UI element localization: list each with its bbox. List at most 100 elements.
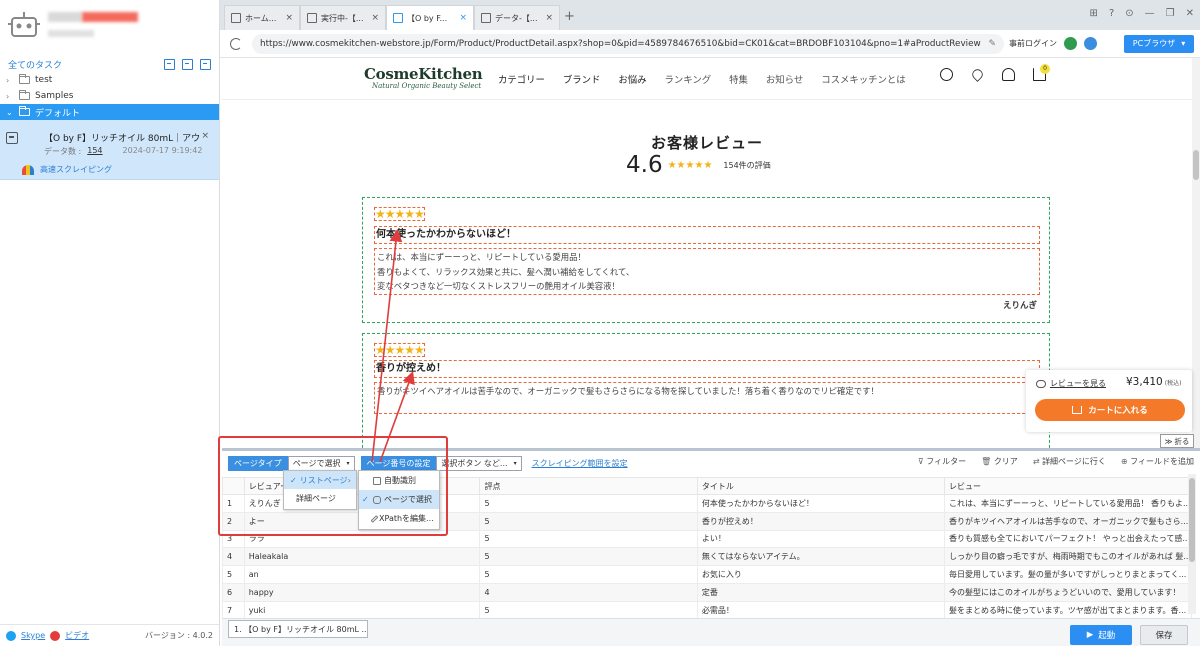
task-item[interactable]: 【O by F】リッチオイル 80mL｜アウトバ... × データ数 : 154… (0, 120, 219, 180)
review-body[interactable]: 香りがキツイヘアオイルは苦手なので、オーガニックで髪もさらさらになる物を探してい… (374, 382, 1040, 414)
new-task-icon[interactable] (182, 58, 193, 70)
add-to-cart-button[interactable]: カートに入れる (1035, 399, 1185, 421)
folder-default[interactable]: ⌄ デフォルト (0, 104, 219, 120)
cell-index[interactable]: 2 (222, 511, 245, 531)
cell-reviewer[interactable]: yuki (243, 600, 481, 620)
cell-review[interactable]: 今の髪型にはこのオイルがちょうどいいので、愛用しています！ (943, 582, 1193, 602)
cell-title[interactable]: 必需品！ (696, 600, 945, 620)
cell-index[interactable]: 1 (222, 494, 245, 513)
cell-score[interactable]: 5 (479, 529, 698, 549)
import-task-icon[interactable] (164, 58, 175, 70)
cell-index[interactable]: 3 (222, 529, 245, 549)
col-review[interactable]: レビュー (943, 477, 1193, 495)
run-button[interactable]: ▶ 起動 (1070, 625, 1132, 645)
help-icon[interactable]: ? (1109, 8, 1114, 19)
goto-detail-button[interactable]: ⇄ 詳細ページに行く (1030, 456, 1106, 467)
folder-test[interactable]: › test (0, 72, 219, 88)
cell-review[interactable]: しっかり目の癖っ毛ですが、梅雨時期でもこのオイルがあれば 髪... (943, 547, 1193, 567)
nav-concerns[interactable]: お悩み (618, 72, 646, 86)
review-author[interactable]: えりんぎ (1003, 299, 1037, 311)
data-count-link[interactable]: 154 (87, 146, 102, 157)
menu-item-detail-page[interactable]: 詳細ページ (284, 489, 356, 507)
review-stars[interactable]: ★★★★★ (374, 343, 425, 357)
search-icon[interactable] (940, 68, 953, 81)
filter-button[interactable]: ⊽ フィルター (915, 456, 966, 467)
edit-url-icon[interactable]: ✎ (988, 39, 996, 49)
scrape-range-link[interactable]: スクレイピング範囲を設定 (532, 458, 628, 469)
scroll-thumb[interactable] (1189, 478, 1195, 562)
cell-score[interactable]: 5 (479, 494, 698, 513)
cell-score[interactable]: 5 (479, 600, 698, 620)
table-row[interactable]: 5 an 5 お気に入り 毎日愛用しています。髪の量が多いですがしっとりまとまってく..… (222, 565, 1193, 584)
cell-review[interactable]: 髪をまとめる時に使っています。ツヤ感が出てまとまります。香... (943, 600, 1193, 620)
view-reviews-link[interactable]: レビューを見る (1036, 378, 1106, 389)
menu-item-edit-xpath[interactable]: XPathを編集... (359, 509, 439, 528)
tab-home[interactable]: ホーム... × (224, 5, 300, 30)
nav-features[interactable]: 特集 (729, 72, 748, 86)
cell-index[interactable]: 6 (222, 582, 245, 602)
cell-reviewer[interactable]: Haleakala (243, 547, 481, 567)
cell-review[interactable]: 毎日愛用しています。髪の量が多いですがしっとりまとまってく... (943, 565, 1193, 584)
all-tasks-label[interactable]: 全てのタスク (8, 58, 62, 71)
video-link[interactable]: ビデオ (65, 630, 89, 641)
cell-score[interactable]: 5 (479, 511, 698, 531)
table-scrollbar[interactable] (1188, 474, 1196, 614)
table-row[interactable]: 4 Haleakala 5 無くてはならないアイテム。 しっかり目の癖っ毛ですが、梅雨時… (222, 547, 1193, 567)
task-chip[interactable]: 1. 【O by F】リッチオイル 80mL ... (228, 620, 368, 638)
page-number-select[interactable]: 選択ボタン など... ▾ (436, 455, 522, 471)
table-row[interactable]: 3 ララ 5 よい！ 香りも質感も全てにおいてパーフェクト！ やっと出会えたって感... (222, 529, 1193, 549)
close-icon[interactable]: × (545, 13, 553, 23)
fold-button[interactable]: ≫ 折る (1160, 434, 1194, 448)
nav-ranking[interactable]: ランキング (665, 72, 712, 86)
close-icon[interactable]: × (201, 131, 209, 141)
cell-score[interactable]: 5 (479, 547, 698, 567)
minimize-icon[interactable]: — (1145, 8, 1155, 19)
close-icon[interactable]: × (459, 13, 467, 23)
user-icon[interactable] (1002, 68, 1015, 81)
review-card[interactable]: ★★★★★ 何本使ったかわからないほど！ これは、本当にずーーっと、リピートして… (362, 197, 1050, 323)
save-button[interactable]: 保存 (1140, 625, 1188, 645)
cell-title[interactable]: お気に入り (696, 565, 945, 584)
tab-editor[interactable]: 【O by F... × (386, 5, 474, 30)
close-icon[interactable]: × (285, 13, 293, 23)
cell-title[interactable]: よい！ (696, 529, 945, 549)
close-window-icon[interactable]: ✕ (1186, 8, 1194, 19)
review-title[interactable]: 香りが控えめ！ (374, 360, 1040, 378)
cell-index[interactable]: 4 (222, 547, 245, 567)
scroll-thumb[interactable] (1193, 150, 1199, 180)
task-settings-icon[interactable] (200, 58, 211, 70)
cell-index[interactable]: 7 (222, 600, 245, 620)
menu-item-select-on-page[interactable]: ✓ ページで選択 (359, 490, 439, 509)
table-row[interactable]: 6 happy 4 定番 今の髪型にはこのオイルがちょうどいいので、愛用しています！ (222, 582, 1193, 602)
cell-score[interactable]: 4 (479, 582, 698, 602)
cell-reviewer[interactable]: an (243, 565, 481, 584)
nav-news[interactable]: お知らせ (766, 72, 803, 86)
new-tab-button[interactable]: + (564, 9, 575, 24)
user-agent-icon[interactable] (1084, 37, 1097, 50)
cell-title[interactable]: 定番 (696, 582, 945, 602)
nav-brand[interactable]: ブランド (563, 72, 601, 86)
cell-title[interactable]: 香りが控えめ！ (696, 511, 945, 531)
cell-title[interactable]: 何本使ったかわからないほど！ (696, 494, 945, 513)
menu-item-auto-detect[interactable]: 自動識別 (359, 471, 439, 490)
pre-login-button[interactable]: 事前ログイン (1009, 38, 1057, 49)
cell-index[interactable]: 5 (222, 565, 245, 584)
close-icon[interactable]: × (371, 13, 379, 23)
page-type-select[interactable]: ページで選択 ▾ (287, 455, 355, 471)
cell-review[interactable]: これは、本当にずーーっと、リピートしている愛用品！ 香りもよ... (943, 494, 1193, 513)
tab-running[interactable]: 実行中-【... × (300, 5, 386, 30)
review-title[interactable]: 何本使ったかわからないほど！ (374, 226, 1040, 244)
review-stars[interactable]: ★★★★★ (374, 207, 425, 221)
folder-samples[interactable]: › Samples (0, 88, 219, 104)
cell-score[interactable]: 5 (479, 565, 698, 584)
settings-icon[interactable]: ⊙ (1125, 8, 1133, 19)
table-row[interactable]: 7 yuki 5 必需品！ 髪をまとめる時に使っています。ツヤ感が出てまとまります。香.… (222, 600, 1193, 620)
site-logo[interactable]: CosmeKitchen (364, 65, 483, 83)
col-title[interactable]: タイトル (696, 477, 945, 495)
tab-data[interactable]: データ-【... × (474, 5, 560, 30)
cell-reviewer[interactable]: happy (243, 582, 481, 602)
pc-browser-select[interactable]: PCブラウザ ▾ (1124, 34, 1194, 53)
add-field-button[interactable]: ⊕ フィールドを追加 (1118, 456, 1194, 467)
page-scrollbar[interactable] (1192, 58, 1200, 448)
clear-button[interactable]: 🗑 クリア (978, 456, 1018, 467)
